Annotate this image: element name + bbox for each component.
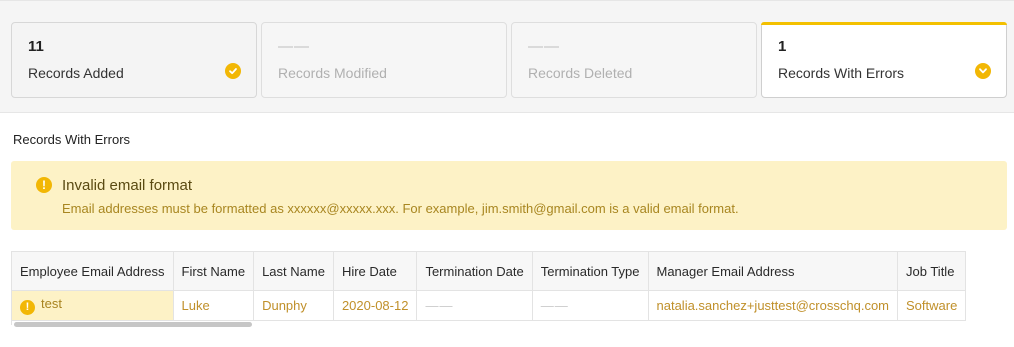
records-modified-count: —— [278, 38, 310, 55]
cell-termination-date[interactable]: —— [416, 290, 533, 321]
records-modified-label: Records Modified [278, 65, 387, 81]
horizontal-scrollbar[interactable] [14, 322, 252, 327]
records-deleted-count: —— [528, 38, 560, 55]
check-circle-icon [225, 63, 241, 79]
col-job-title: Job Title [897, 251, 967, 291]
records-added-label: Records Added [28, 65, 124, 81]
error-alert: ! Invalid email format Email addresses m… [11, 161, 1007, 230]
cell-termination-type[interactable]: —— [532, 290, 649, 321]
table-row[interactable]: ! test Luke Dunphy 2020-08-12 —— —— natal… [12, 290, 967, 321]
cell-hire-date[interactable]: 2020-08-12 [333, 290, 418, 321]
col-employee-email: Employee Email Address [12, 251, 174, 291]
records-deleted-card[interactable]: —— Records Deleted [511, 22, 757, 98]
records-with-errors-card[interactable]: 1 Records With Errors [761, 22, 1007, 98]
col-termination-type: Termination Type [532, 251, 649, 291]
summary-band: 11 Records Added —— Records Modified —— … [0, 0, 1014, 113]
cell-manager-email[interactable]: natalia.sanchez+justtest@crosschq.com [648, 290, 899, 321]
table-header-row: Employee Email Address First Name Last N… [12, 251, 967, 291]
section-title: Records With Errors [13, 132, 131, 147]
alert-message: Email addresses must be formatted as xxx… [62, 201, 739, 216]
col-termination-date: Termination Date [416, 251, 533, 291]
check-circle-icon [975, 63, 991, 79]
records-with-errors-count: 1 [778, 38, 787, 55]
records-table: Employee Email Address First Name Last N… [12, 251, 967, 321]
alert-circle-icon: ! [20, 299, 35, 315]
col-manager-email: Manager Email Address [648, 251, 899, 291]
cell-first-name[interactable]: Luke [173, 290, 255, 321]
alert-title: Invalid email format [62, 177, 193, 194]
records-modified-card[interactable]: —— Records Modified [261, 22, 507, 98]
error-records-table[interactable]: Employee Email Address First Name Last N… [11, 251, 1007, 325]
cell-employee-email[interactable]: ! test [12, 290, 174, 321]
col-last-name: Last Name [253, 251, 334, 291]
cell-last-name[interactable]: Dunphy [253, 290, 334, 321]
records-added-card[interactable]: 11 Records Added [11, 22, 257, 98]
col-hire-date: Hire Date [333, 251, 418, 291]
alert-circle-icon: ! [36, 177, 52, 193]
cell-employee-email-value: test [41, 296, 62, 312]
summary-cards: 11 Records Added —— Records Modified —— … [11, 22, 1007, 98]
records-deleted-label: Records Deleted [528, 65, 633, 81]
cell-job-title[interactable]: Software [897, 290, 967, 321]
records-with-errors-label: Records With Errors [778, 65, 905, 81]
records-added-count: 11 [28, 38, 44, 55]
col-first-name: First Name [173, 251, 255, 291]
